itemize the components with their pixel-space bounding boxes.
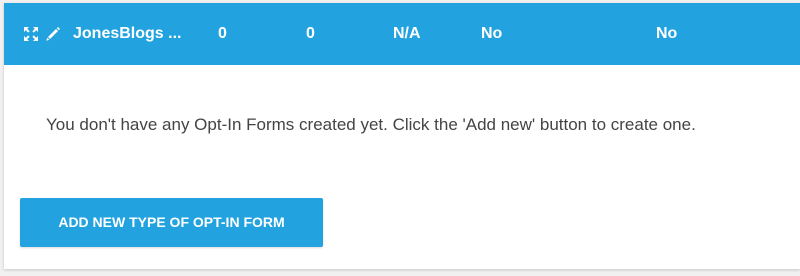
account-panel: JonesBlogs ... 0 0 N/A No No You don't h… xyxy=(4,3,800,269)
account-row[interactable]: JonesBlogs ... 0 0 N/A No No xyxy=(4,3,800,65)
account-name[interactable]: JonesBlogs ... xyxy=(73,24,181,44)
column-2-value: 0 xyxy=(306,25,315,42)
column-5-value: No xyxy=(656,25,678,42)
row-actions xyxy=(23,26,67,42)
add-new-optin-form-button[interactable]: ADD NEW TYPE OF OPT-IN FORM xyxy=(20,198,323,247)
column-4-value: No xyxy=(481,25,503,42)
expand-icon[interactable] xyxy=(23,26,39,42)
pencil-icon[interactable] xyxy=(45,26,61,42)
column-1-value: 0 xyxy=(218,25,227,42)
column-3-value: N/A xyxy=(393,25,421,42)
empty-state-message: You don't have any Opt-In Forms created … xyxy=(46,115,696,134)
